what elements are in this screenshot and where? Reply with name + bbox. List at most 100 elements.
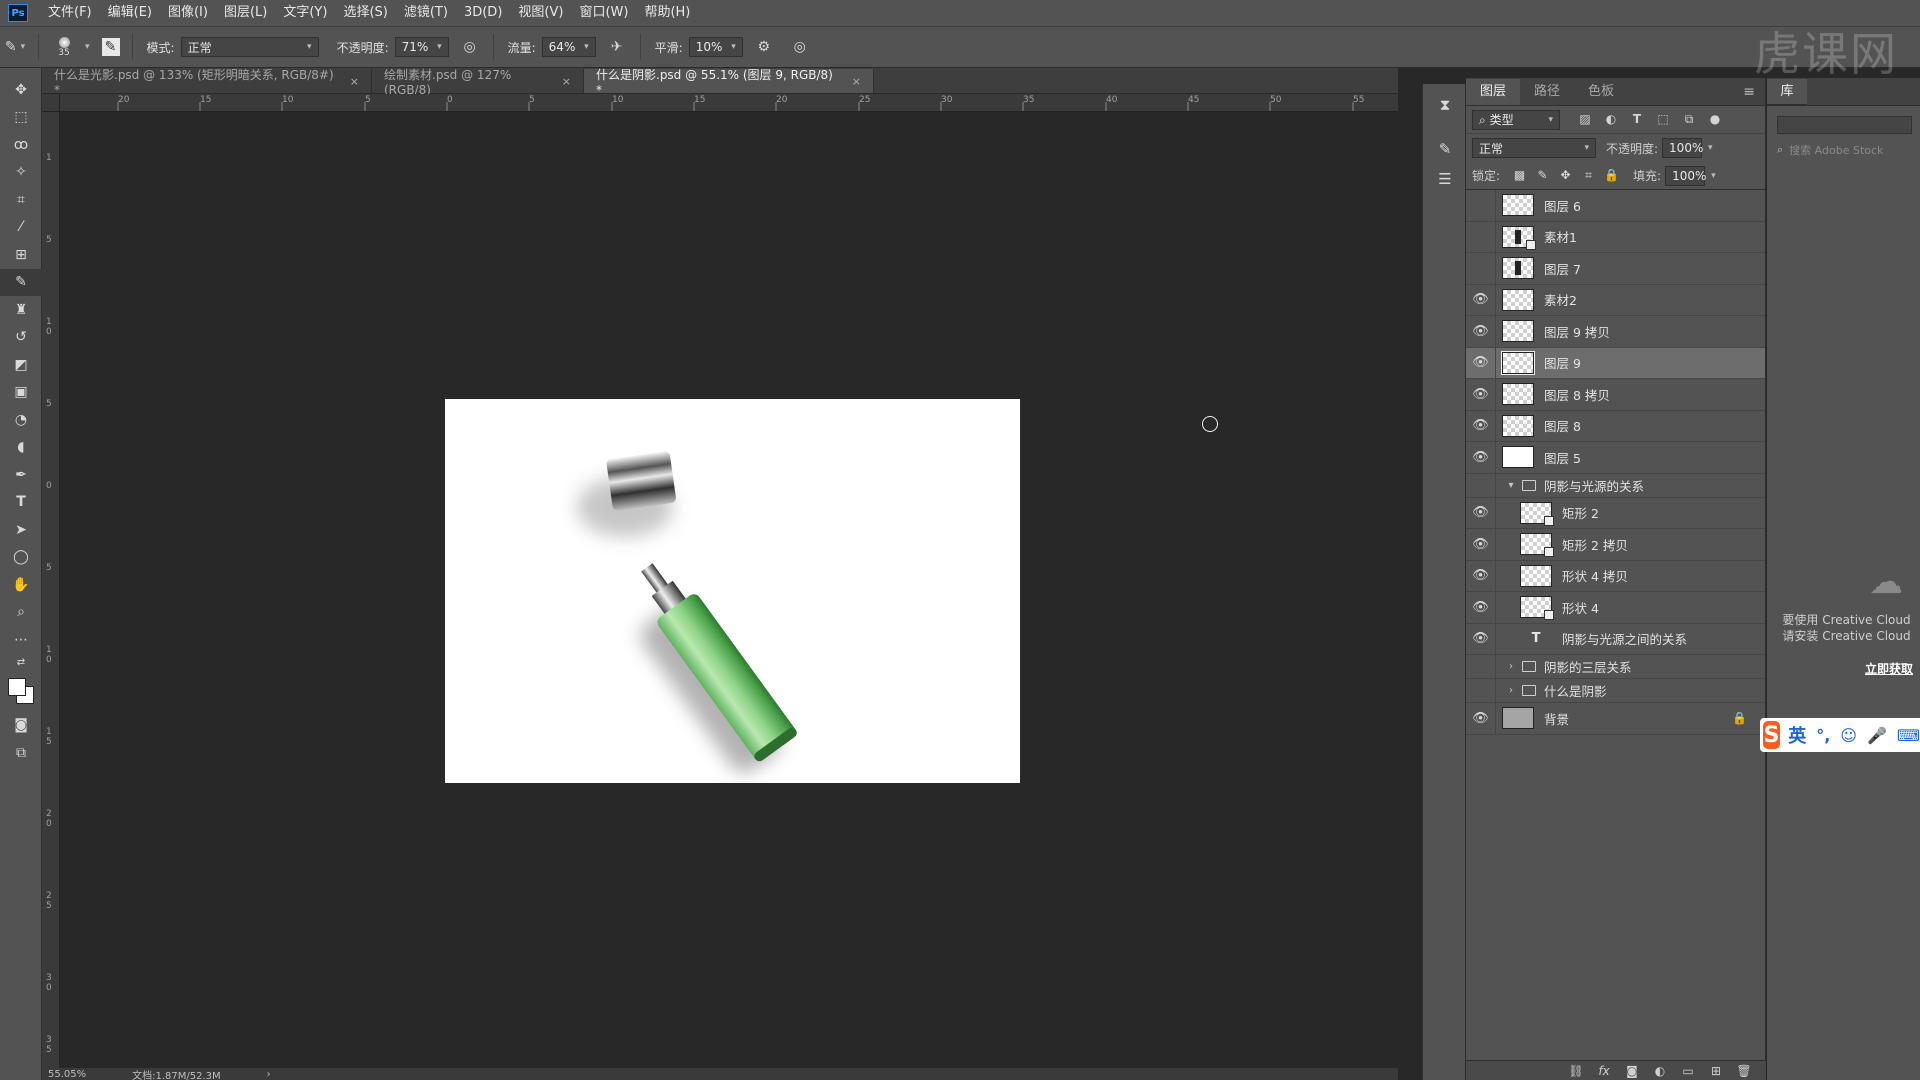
smart-object-filter-icon[interactable]: ⧉ bbox=[1676, 112, 1702, 127]
visibility-toggle[interactable]: 👁 bbox=[1466, 410, 1496, 441]
layer-group-row[interactable]: 👁 › 阴影的三层关系 bbox=[1466, 655, 1765, 679]
path-select-tool-icon[interactable]: ➤ bbox=[0, 516, 42, 544]
menu-edit[interactable]: 编辑(E) bbox=[100, 0, 160, 26]
library-select[interactable] bbox=[1777, 116, 1912, 134]
chevron-down-icon[interactable]: ▾ bbox=[85, 42, 90, 52]
menu-filter[interactable]: 滤镜(T) bbox=[396, 0, 456, 26]
airbrush-icon[interactable]: ✈ bbox=[606, 36, 628, 58]
library-search[interactable]: ⌕ 搜索 Adobe Stock bbox=[1777, 142, 1920, 158]
layer-name[interactable]: 图层 9 拷贝 bbox=[1544, 322, 1610, 341]
flow-input[interactable]: 64% ▾ bbox=[541, 37, 596, 57]
eraser-tool-icon[interactable]: ◩ bbox=[0, 351, 42, 379]
chevron-down-icon[interactable]: ▾ bbox=[731, 42, 736, 52]
link-layers-icon[interactable]: ⛓ bbox=[1562, 1064, 1590, 1078]
menu-image[interactable]: 图像(I) bbox=[160, 0, 216, 26]
layer-group-row[interactable]: 👁 › 什么是阴影 bbox=[1466, 679, 1765, 703]
blend-mode-select[interactable]: 正常 ▾ bbox=[1472, 138, 1596, 158]
layer-row[interactable]: 👁 矩形 2 bbox=[1466, 497, 1765, 529]
visibility-toggle[interactable]: 👁 bbox=[1466, 679, 1496, 702]
quick-mask-icon[interactable]: ◙ bbox=[0, 712, 42, 740]
brush-size-picker[interactable]: 35 bbox=[47, 30, 81, 64]
layer-filter-select[interactable]: ⌕ 类型 ▾ bbox=[1472, 109, 1560, 130]
chevron-right-icon[interactable]: › bbox=[1504, 661, 1518, 672]
layer-effects-icon[interactable]: fx bbox=[1590, 1064, 1618, 1078]
history-brush-tool-icon[interactable]: ↺ bbox=[0, 324, 42, 352]
group-name[interactable]: 阴影与光源的关系 bbox=[1544, 476, 1644, 495]
foreground-color-swatch[interactable] bbox=[8, 677, 26, 696]
visibility-toggle[interactable]: 👁 bbox=[1466, 190, 1496, 221]
menu-file[interactable]: 文件(F) bbox=[40, 0, 100, 26]
tab-swatches[interactable]: 色板 bbox=[1574, 79, 1628, 105]
punctuation-icon[interactable]: °, bbox=[1816, 726, 1830, 745]
sogou-logo-icon[interactable]: S bbox=[1763, 721, 1781, 749]
menu-3d[interactable]: 3D(D) bbox=[456, 0, 510, 26]
chevron-down-icon[interactable]: ▾ bbox=[1711, 171, 1716, 181]
lock-pixels-icon[interactable]: ✎ bbox=[1531, 168, 1554, 183]
type-filter-icon[interactable]: T bbox=[1624, 112, 1650, 127]
tab-paths[interactable]: 路径 bbox=[1520, 79, 1574, 105]
zoom-tool-icon[interactable]: ⌕ bbox=[0, 599, 42, 627]
layer-row[interactable]: 👁 图层 7 bbox=[1466, 253, 1765, 285]
trash-icon[interactable]: 🗑 bbox=[1730, 1064, 1758, 1078]
layer-name[interactable]: 素材1 bbox=[1544, 227, 1577, 246]
keyboard-icon[interactable]: ⌨ bbox=[1897, 726, 1920, 745]
layer-name[interactable]: 图层 9 bbox=[1544, 353, 1581, 372]
menu-select[interactable]: 选择(S) bbox=[335, 0, 395, 26]
visibility-toggle[interactable]: 👁 bbox=[1466, 379, 1496, 410]
canvas-workspace[interactable] bbox=[60, 112, 1398, 1068]
visibility-toggle[interactable]: 👁 bbox=[1466, 529, 1496, 560]
layer-name[interactable]: 图层 8 拷贝 bbox=[1544, 385, 1610, 404]
pressure-size-icon[interactable]: ◎ bbox=[789, 36, 811, 58]
background-layer-row[interactable]: 👁 背景 🔒 bbox=[1466, 703, 1765, 735]
layer-name[interactable]: 矩形 2 bbox=[1562, 503, 1599, 522]
close-icon[interactable]: × bbox=[852, 75, 861, 88]
visibility-toggle[interactable]: 👁 bbox=[1466, 442, 1496, 473]
shape-filter-icon[interactable]: ⬚ bbox=[1650, 112, 1676, 127]
layer-row[interactable]: 👁 图层 6 bbox=[1466, 190, 1765, 222]
filter-toggle-icon[interactable]: ● bbox=[1702, 112, 1728, 127]
add-mask-icon[interactable]: ◙ bbox=[1618, 1064, 1646, 1078]
gear-icon[interactable]: ⚙ bbox=[753, 36, 775, 58]
horizontal-ruler[interactable]: 20 15 10 5 0 5 10 15 20 25 30 35 40 45 5… bbox=[60, 94, 1398, 112]
group-name[interactable]: 阴影的三层关系 bbox=[1544, 657, 1632, 676]
layer-name[interactable]: 图层 8 bbox=[1544, 416, 1581, 435]
adjustment-filter-icon[interactable]: ◐ bbox=[1598, 112, 1624, 127]
more-tools-icon[interactable]: ⋯ bbox=[0, 626, 42, 654]
document-canvas[interactable] bbox=[445, 399, 1020, 783]
menu-layer[interactable]: 图层(L) bbox=[216, 0, 275, 26]
smoothing-input[interactable]: 10% ▾ bbox=[688, 37, 743, 57]
group-name[interactable]: 什么是阴影 bbox=[1544, 681, 1607, 700]
panel-menu-icon[interactable]: ≡ bbox=[1733, 79, 1765, 105]
history-panel-icon[interactable]: ⧗ bbox=[1423, 90, 1467, 120]
adjustment-layer-icon[interactable]: ◐ bbox=[1646, 1064, 1674, 1078]
blur-tool-icon[interactable]: ◔ bbox=[0, 406, 42, 434]
hand-tool-icon[interactable]: ✋ bbox=[0, 571, 42, 599]
visibility-toggle[interactable]: 👁 bbox=[1466, 473, 1496, 497]
layer-row[interactable]: 👁 矩形 2 拷贝 bbox=[1466, 529, 1765, 561]
crop-tool-icon[interactable]: ⌗ bbox=[0, 186, 42, 214]
marquee-tool-icon[interactable]: ⬚ bbox=[0, 104, 42, 132]
pen-tool-icon[interactable]: ✒ bbox=[0, 461, 42, 489]
lasso-tool-icon[interactable]: ꝏ bbox=[0, 131, 42, 159]
layer-row[interactable]: 👁 素材1 bbox=[1466, 221, 1765, 253]
chevron-down-icon[interactable]: ▾ bbox=[1708, 143, 1713, 153]
chevron-down-icon[interactable]: ▾ bbox=[1504, 480, 1518, 491]
visibility-toggle[interactable]: 👁 bbox=[1466, 284, 1496, 315]
brush-tool-preset-icon[interactable]: ✎ ▾ bbox=[4, 36, 26, 58]
get-now-link[interactable]: 立即获取 bbox=[1865, 660, 1913, 677]
lock-all-icon[interactable]: 🔒 bbox=[1600, 168, 1623, 183]
fill-input[interactable]: 100% bbox=[1665, 165, 1706, 186]
layer-name[interactable]: 图层 6 bbox=[1544, 196, 1581, 215]
visibility-toggle[interactable]: 👁 bbox=[1466, 560, 1496, 591]
close-icon[interactable]: × bbox=[350, 75, 359, 88]
layer-name[interactable]: 矩形 2 拷贝 bbox=[1562, 535, 1628, 554]
visibility-toggle[interactable]: 👁 bbox=[1466, 347, 1496, 378]
chevron-down-icon[interactable]: ▾ bbox=[437, 42, 442, 52]
adjustments-panel-icon[interactable]: ☰ bbox=[1423, 164, 1467, 194]
layer-opacity-input[interactable]: 100% bbox=[1662, 138, 1703, 158]
brush-settings-panel-icon[interactable]: ✎ bbox=[101, 38, 120, 56]
mode-select[interactable]: 正常 ▾ bbox=[180, 37, 319, 57]
visibility-toggle[interactable]: 👁 bbox=[1466, 623, 1496, 654]
chevron-down-icon[interactable]: ▾ bbox=[584, 42, 589, 52]
move-tool-icon[interactable]: ✥ bbox=[0, 76, 42, 104]
